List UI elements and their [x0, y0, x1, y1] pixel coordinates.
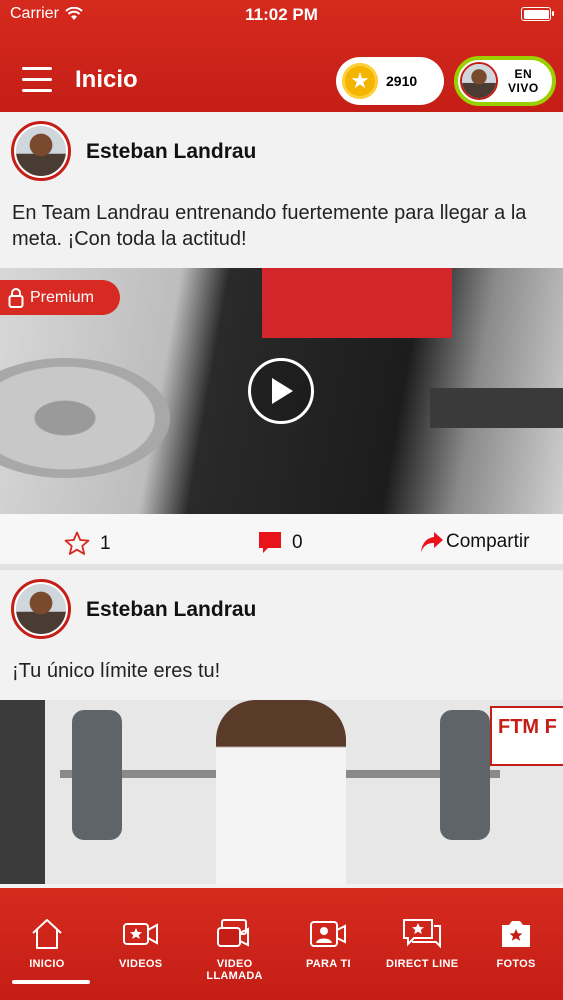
- chat-star-icon: [403, 919, 442, 949]
- nav-label: INICIO: [29, 958, 65, 970]
- post-image[interactable]: FTM F: [0, 700, 563, 884]
- live-label-line1: EN: [514, 67, 533, 81]
- active-indicator: [12, 980, 90, 984]
- post-video[interactable]: Premium: [0, 268, 563, 514]
- status-time: 11:02 PM: [245, 5, 318, 24]
- comment-button[interactable]: 0: [258, 531, 303, 555]
- avatar[interactable]: [11, 579, 71, 639]
- post-text: ¡Tu único límite eres tu!: [12, 660, 221, 682]
- nav-item-inicio[interactable]: INICIO: [0, 888, 94, 1000]
- star-coin-icon: ★: [342, 63, 378, 99]
- nav-item-video-llamada[interactable]: VIDEO LLAMADA: [188, 888, 282, 1000]
- lock-icon: [8, 287, 24, 308]
- play-button[interactable]: [248, 358, 314, 424]
- comment-icon: [259, 532, 281, 553]
- live-button[interactable]: EN VIVO: [454, 56, 556, 106]
- post-header: Esteban Landrau: [0, 112, 563, 192]
- like-count: 1: [100, 532, 111, 554]
- nav-label: DIRECT LINE: [386, 958, 459, 970]
- premium-label: Premium: [30, 288, 95, 306]
- comment-count: 0: [292, 532, 303, 553]
- post-card: Esteban Landrau En Team Landrau entrenan…: [0, 112, 563, 570]
- nav-item-videos[interactable]: VIDEOS: [94, 888, 188, 1000]
- nav-label: VIDEO LLAMADA: [206, 958, 263, 982]
- like-button[interactable]: 1: [64, 531, 111, 556]
- nav-item-direct-line[interactable]: DIRECT LINE: [375, 888, 469, 1000]
- share-button[interactable]: Compartir: [420, 531, 529, 553]
- play-icon: [272, 378, 293, 404]
- premium-badge: Premium: [0, 280, 120, 315]
- menu-button[interactable]: [22, 67, 54, 95]
- share-arrow-icon: [421, 532, 443, 552]
- status-bar: Carrier 11:02 PM: [0, 0, 563, 30]
- nav-label: VIDEOS: [119, 958, 163, 970]
- gym-sign: FTM F: [490, 706, 563, 766]
- page-title: Inicio: [75, 66, 138, 93]
- post-header: Esteban Landrau: [0, 570, 563, 650]
- post-text: En Team Landrau entrenando fuertemente p…: [12, 202, 527, 250]
- avatar[interactable]: [11, 121, 71, 181]
- share-label: Compartir: [446, 531, 530, 552]
- post-author[interactable]: Esteban Landrau: [86, 598, 256, 622]
- bottom-nav: INICIO VIDEOS VIDEO LLAMADA PARA TI DIRE…: [0, 888, 563, 1000]
- feed[interactable]: Esteban Landrau En Team Landrau entrenan…: [0, 112, 563, 888]
- app-header: Carrier 11:02 PM Inicio ★ 2910 EN VIVO: [0, 0, 563, 112]
- nav-label: FOTOS: [496, 958, 536, 970]
- live-avatar: [460, 62, 498, 100]
- person-video-icon: [310, 921, 347, 947]
- nav-item-fotos[interactable]: FOTOS: [469, 888, 563, 1000]
- home-icon: [32, 919, 62, 949]
- video-call-icon: [216, 919, 249, 947]
- star-icon: [64, 531, 90, 555]
- coins-balance[interactable]: ★ 2910: [336, 57, 444, 105]
- nav-label: PARA TI: [305, 958, 351, 970]
- live-label: EN VIVO: [508, 67, 539, 95]
- nav-item-para-ti[interactable]: PARA TI: [281, 888, 375, 1000]
- post-card: Esteban Landrau ¡Tu único límite eres tu…: [0, 570, 563, 884]
- photo-star-icon: [502, 921, 531, 947]
- battery-icon: [521, 7, 554, 21]
- video-star-icon: [122, 923, 158, 945]
- coins-value: 2910: [386, 73, 418, 89]
- live-label-line2: VIVO: [508, 81, 539, 95]
- post-actions: 1 0 Compartir: [0, 514, 563, 570]
- post-author[interactable]: Esteban Landrau: [86, 140, 256, 164]
